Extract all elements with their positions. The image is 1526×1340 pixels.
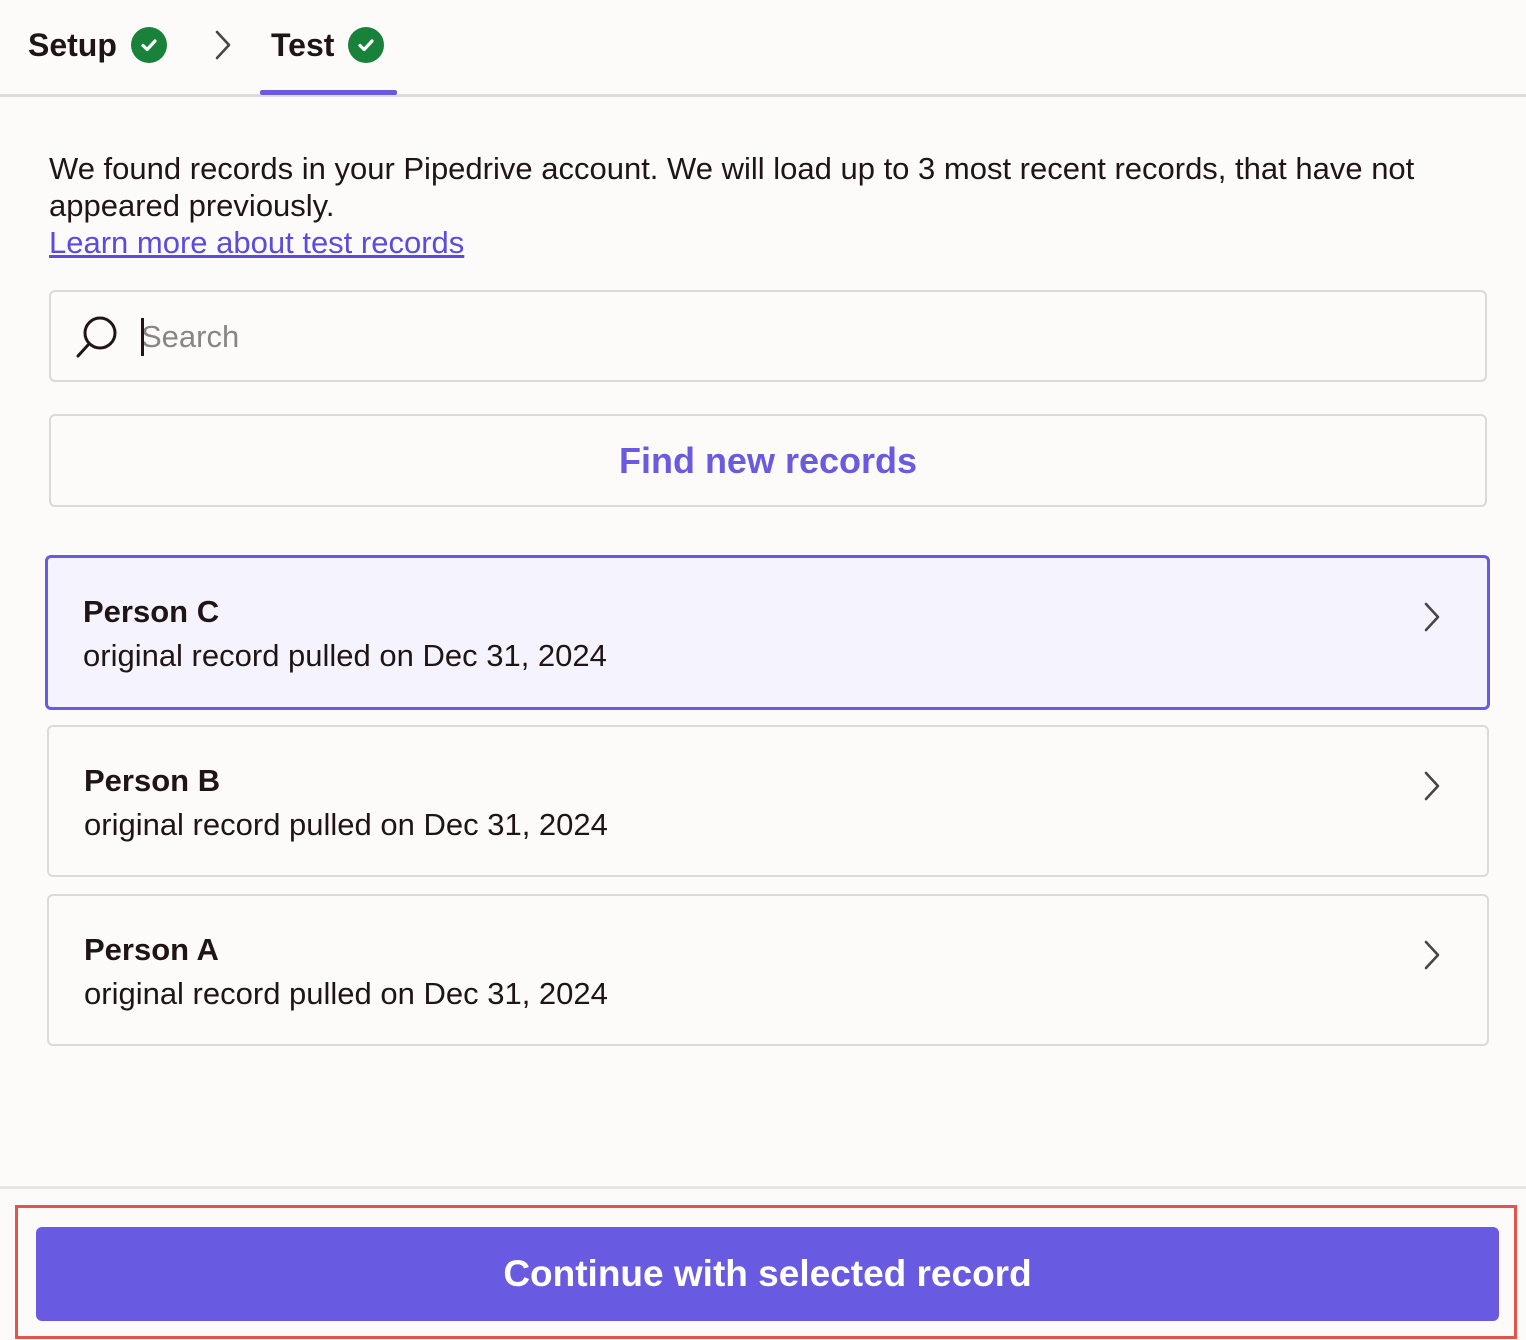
record-subtitle: original record pulled on Dec 31, 2024 xyxy=(84,976,608,1011)
record-subtitle: original record pulled on Dec 31, 2024 xyxy=(83,638,607,673)
chevron-right-icon xyxy=(1424,940,1440,970)
record-item-person-c[interactable]: Person C original record pulled on Dec 3… xyxy=(45,555,1490,710)
record-name: Person B xyxy=(84,763,221,798)
search-box[interactable] xyxy=(49,290,1487,382)
record-name: Person C xyxy=(83,594,220,629)
tab-test[interactable]: Test xyxy=(271,22,385,68)
search-input[interactable] xyxy=(141,310,1441,364)
tab-setup[interactable]: Setup xyxy=(28,22,167,68)
test-records-panel: Setup Test We found records in your Pipe… xyxy=(0,0,1526,1340)
tab-test-label: Test xyxy=(271,26,335,63)
intro-text: We found records in your Pipedrive accou… xyxy=(49,151,1415,223)
check-circle-icon xyxy=(348,27,385,63)
search-icon xyxy=(76,316,117,358)
text-cursor xyxy=(141,318,144,356)
check-circle-icon xyxy=(130,27,167,63)
record-name: Person A xyxy=(84,932,219,967)
footer-divider xyxy=(0,1186,1526,1189)
chevron-right-icon xyxy=(1424,602,1440,632)
chevron-right-icon xyxy=(1424,771,1440,801)
learn-more-link[interactable]: Learn more about test records xyxy=(49,224,464,261)
record-subtitle: original record pulled on Dec 31, 2024 xyxy=(84,807,608,842)
tab-setup-label: Setup xyxy=(28,26,117,63)
active-tab-indicator xyxy=(260,90,397,95)
record-item-person-b[interactable]: Person B original record pulled on Dec 3… xyxy=(47,725,1489,877)
record-item-person-a[interactable]: Person A original record pulled on Dec 3… xyxy=(47,894,1489,1046)
chevron-right-icon xyxy=(215,30,231,60)
step-tabs: Setup Test xyxy=(0,0,1526,97)
continue-with-selected-record-button[interactable]: Continue with selected record xyxy=(36,1227,1499,1321)
find-new-records-button[interactable]: Find new records xyxy=(49,414,1487,507)
